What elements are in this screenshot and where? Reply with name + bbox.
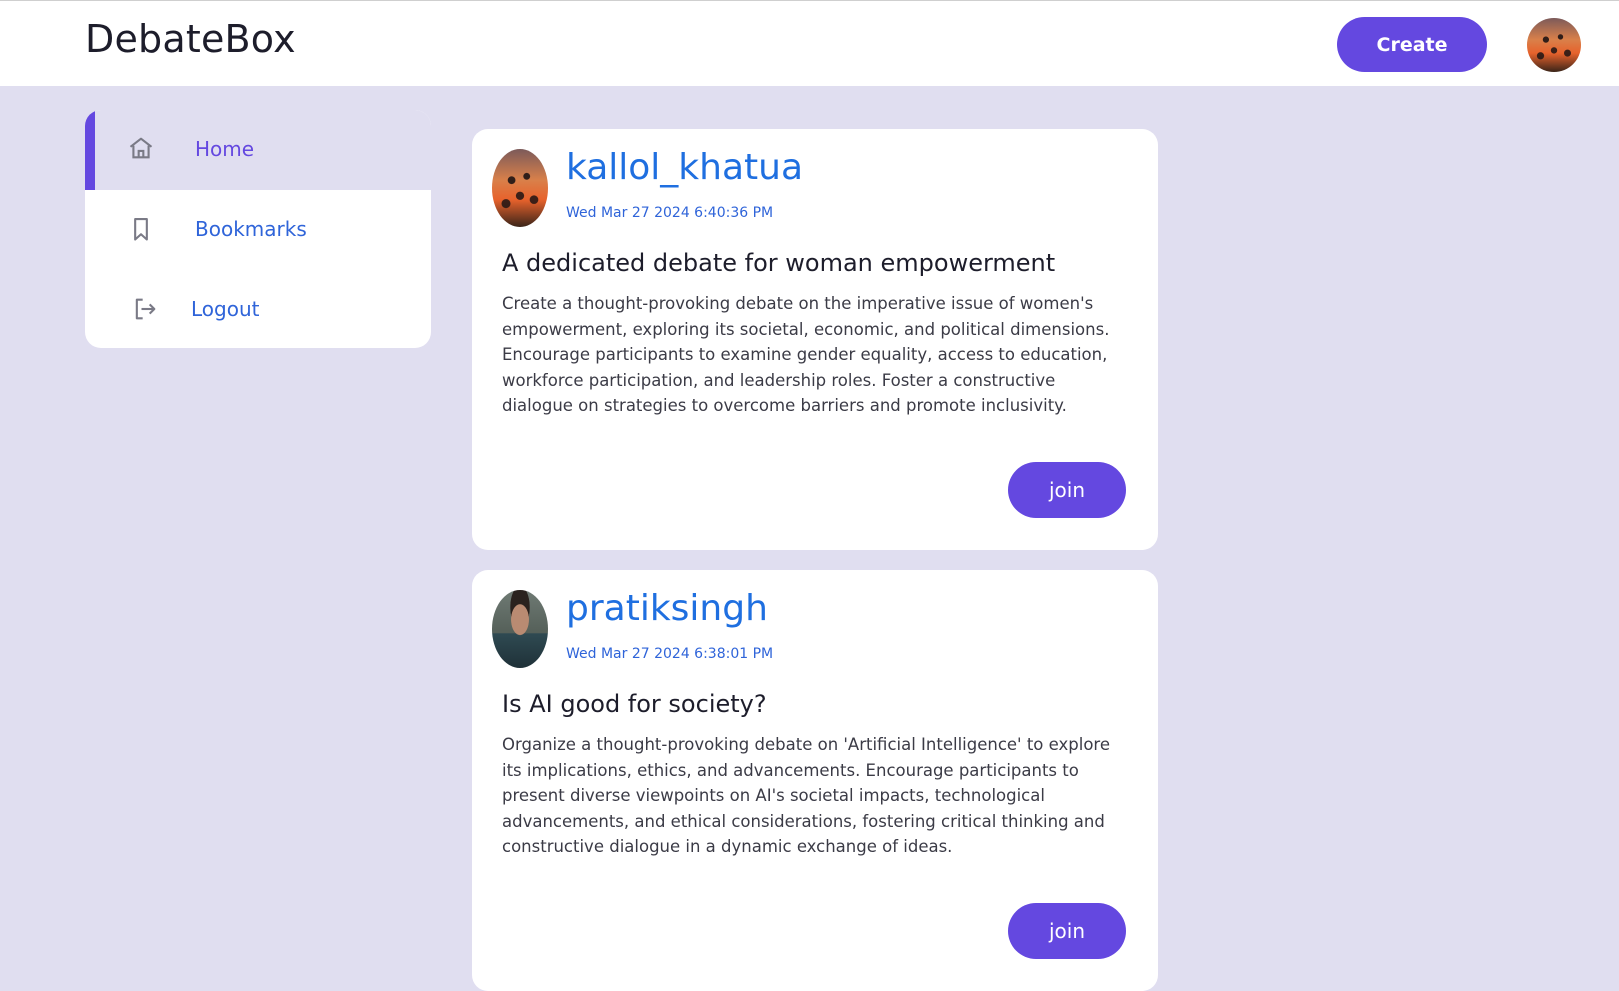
active-indicator bbox=[85, 110, 95, 190]
create-button[interactable]: Create bbox=[1337, 17, 1487, 72]
post-timestamp: Wed Mar 27 2024 6:38:01 PM bbox=[566, 646, 774, 662]
bookmark-icon bbox=[134, 218, 148, 241]
sidebar-item-bookmarks[interactable]: Bookmarks bbox=[85, 190, 431, 270]
debate-description: Create a thought-provoking debate on the… bbox=[502, 294, 1110, 415]
debate-title: A dedicated debate for woman empowerment bbox=[502, 249, 1056, 277]
sidebar-item-label: Home bbox=[195, 137, 255, 161]
home-icon bbox=[129, 137, 153, 159]
sidebar-item-label: Bookmarks bbox=[195, 217, 307, 241]
top-navbar: DebateBox Create bbox=[0, 0, 1619, 86]
author-avatar[interactable] bbox=[492, 590, 548, 668]
brand-logo[interactable]: DebateBox bbox=[85, 17, 296, 61]
sidebar-item-logout[interactable]: Logout bbox=[85, 270, 431, 348]
join-button[interactable]: join bbox=[1008, 903, 1126, 959]
join-button[interactable]: join bbox=[1008, 462, 1126, 518]
author-avatar[interactable] bbox=[492, 149, 548, 227]
sidebar-item-home[interactable]: Home bbox=[85, 110, 431, 190]
sidebar-menu: Home Bookmarks Logout bbox=[85, 110, 431, 348]
debate-card: pratiksingh Wed Mar 27 2024 6:38:01 PM I… bbox=[472, 570, 1158, 991]
debate-card: kallol_khatua Wed Mar 27 2024 6:40:36 PM… bbox=[472, 129, 1158, 550]
debate-description: Organize a thought-provoking debate on '… bbox=[502, 735, 1110, 856]
sidebar-item-label: Logout bbox=[191, 297, 260, 321]
author-username[interactable]: kallol_khatua bbox=[566, 147, 803, 188]
user-avatar[interactable] bbox=[1527, 18, 1581, 72]
post-timestamp: Wed Mar 27 2024 6:40:36 PM bbox=[566, 205, 774, 221]
logout-icon bbox=[135, 298, 156, 320]
debate-title: Is AI good for society? bbox=[502, 690, 767, 718]
author-username[interactable]: pratiksingh bbox=[566, 588, 768, 629]
